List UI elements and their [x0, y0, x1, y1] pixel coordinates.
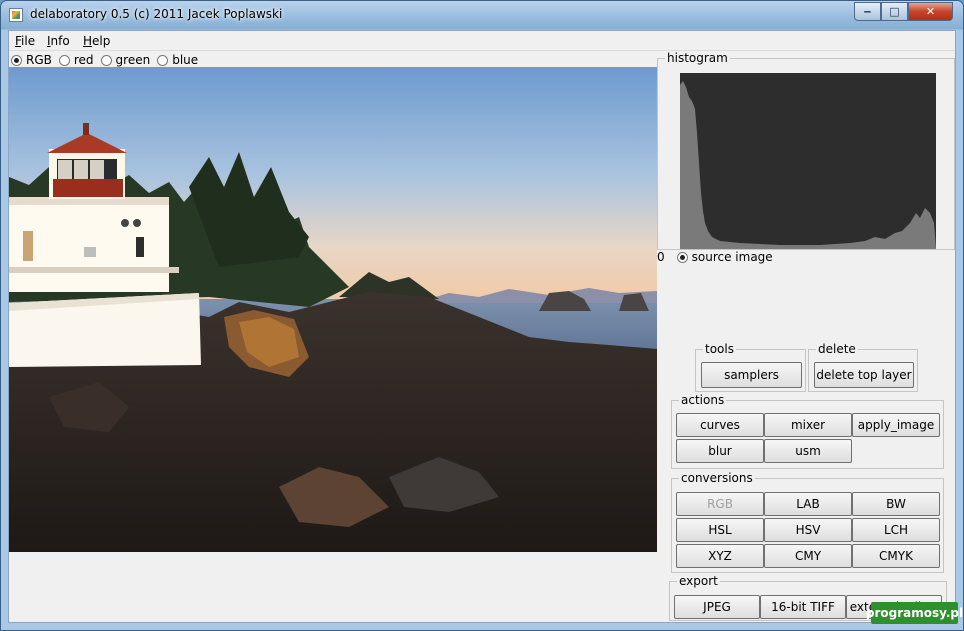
- channel-red-label: red: [73, 53, 94, 67]
- menu-help[interactable]: Help: [83, 34, 110, 48]
- menu-info[interactable]: Info: [47, 34, 70, 48]
- radio-icon: [11, 54, 22, 66]
- export-jpeg-button[interactable]: JPEG: [674, 595, 760, 619]
- actions-panel: actions curves mixer apply_image blur us…: [671, 393, 944, 469]
- convert-hsv-button[interactable]: HSV: [764, 518, 852, 542]
- convert-bw-button[interactable]: BW: [852, 492, 940, 516]
- histogram-chart: [680, 81, 936, 249]
- channel-blue[interactable]: blue: [157, 53, 198, 67]
- source-image-option[interactable]: source image: [676, 250, 773, 264]
- samplers-button[interactable]: samplers: [701, 362, 802, 388]
- curves-button[interactable]: curves: [676, 413, 764, 437]
- channel-green-label: green: [115, 53, 151, 67]
- convert-lch-button[interactable]: LCH: [852, 518, 940, 542]
- delete-top-layer-button[interactable]: delete top layer: [814, 362, 914, 388]
- histogram-min-label: 0: [657, 250, 665, 264]
- tools-panel: tools samplers: [695, 342, 806, 392]
- export-title: export: [677, 574, 720, 588]
- apply-image-button[interactable]: apply_image: [852, 413, 940, 437]
- histogram-source-row: 0 source image: [657, 250, 773, 264]
- menu-bar: File Info Help: [9, 31, 955, 51]
- channel-selector: RGB red green blue: [11, 52, 205, 68]
- lighthouse-photo: [9, 67, 657, 552]
- actions-title: actions: [679, 393, 727, 407]
- convert-xyz-button[interactable]: XYZ: [676, 544, 764, 568]
- channel-red[interactable]: red: [58, 53, 94, 67]
- close-icon[interactable]: ✕: [908, 2, 953, 21]
- convert-hsl-button[interactable]: HSL: [676, 518, 764, 542]
- watermark-badge: programosy.pl: [866, 602, 963, 624]
- histogram-panel: histogram: [657, 51, 955, 250]
- convert-rgb-button: RGB: [676, 492, 764, 516]
- export-tiff-button[interactable]: 16-bit TIFF: [760, 595, 846, 619]
- delete-panel: delete delete top layer: [808, 342, 918, 392]
- blur-button[interactable]: blur: [676, 439, 764, 463]
- radio-icon: [157, 54, 169, 66]
- radio-icon: [676, 251, 688, 263]
- delete-title: delete: [816, 342, 858, 356]
- client-area: File Info Help RGB red green blue histog…: [8, 30, 956, 623]
- convert-cmyk-button[interactable]: CMYK: [852, 544, 940, 568]
- menu-file[interactable]: File: [15, 34, 35, 48]
- usm-button[interactable]: usm: [764, 439, 852, 463]
- window-controls: ‒ □ ✕: [854, 2, 953, 21]
- app-icon: [9, 8, 23, 22]
- radio-icon: [100, 54, 112, 66]
- conversions-panel: conversions RGB LAB BW HSL HSV LCH XYZ C…: [671, 471, 944, 573]
- channel-rgb[interactable]: RGB: [11, 53, 52, 67]
- mixer-button[interactable]: mixer: [764, 413, 852, 437]
- maximize-icon[interactable]: □: [881, 2, 908, 21]
- convert-cmy-button[interactable]: CMY: [764, 544, 852, 568]
- histogram-title: histogram: [665, 51, 730, 65]
- radio-icon: [58, 54, 70, 66]
- channel-rgb-label: RGB: [26, 53, 52, 67]
- image-preview[interactable]: [9, 67, 657, 552]
- source-image-label: source image: [691, 250, 773, 264]
- tools-title: tools: [703, 342, 736, 356]
- window-title: delaboratory 0.5 (c) 2011 Jacek Poplawsk…: [30, 7, 283, 21]
- title-bar[interactable]: delaboratory 0.5 (c) 2011 Jacek Poplawsk…: [1, 1, 963, 30]
- convert-lab-button[interactable]: LAB: [764, 492, 852, 516]
- minimize-icon[interactable]: ‒: [854, 2, 881, 21]
- conversions-title: conversions: [679, 471, 755, 485]
- channel-blue-label: blue: [172, 53, 199, 67]
- app-window: delaboratory 0.5 (c) 2011 Jacek Poplawsk…: [0, 0, 964, 631]
- histogram-canvas: [680, 73, 936, 249]
- channel-green[interactable]: green: [100, 53, 151, 67]
